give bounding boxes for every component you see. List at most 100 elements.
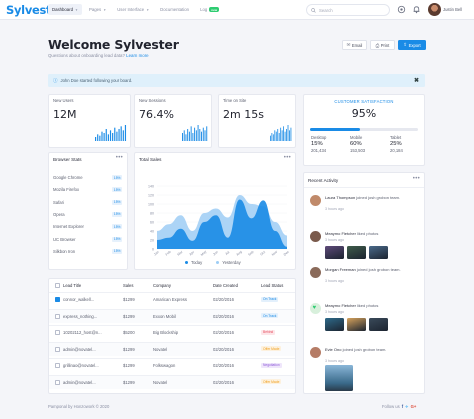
browser-name: Safari — [53, 199, 64, 205]
more-options-icon[interactable]: ••• — [116, 155, 123, 161]
table-header[interactable]: Company — [153, 283, 171, 288]
user-avatar[interactable] — [428, 3, 441, 16]
row-checkbox[interactable] — [55, 313, 60, 319]
facebook-icon[interactable]: f — [402, 404, 403, 409]
export-label: Export — [408, 42, 421, 48]
activity-photo[interactable] — [369, 318, 388, 331]
activity-item[interactable]: ♥ Meaymo Fletcher liked photos 3 hours ago — [308, 303, 420, 331]
row-checkbox[interactable] — [55, 346, 60, 352]
table-row[interactable]: admin@novatel... $1299 Novatel 02/20/2016 Of… — [49, 374, 295, 389]
row-checkbox[interactable] — [55, 297, 60, 302]
sparkline-bar — [202, 127, 204, 141]
sparkline-bar — [182, 133, 183, 141]
nav-documentation[interactable]: Documentation — [156, 4, 193, 15]
activity-user[interactable]: Evie Ono — [325, 347, 341, 352]
top-navbar: Sylvester Dashboard ▼ Pages ▼ User Interfa… — [0, 0, 474, 20]
activity-photo[interactable] — [325, 318, 344, 331]
email-button[interactable]: ✉ Email — [342, 40, 367, 50]
sparkline-bar — [272, 134, 274, 141]
table-header[interactable]: Sales — [123, 283, 133, 288]
table-row[interactable]: grillinao@novatel... $1299 Folkswagon 02/20… — [49, 358, 295, 372]
legend-label: Today — [191, 260, 203, 265]
activity-photo[interactable] — [325, 365, 353, 391]
nav-log[interactable]: Log new — [196, 4, 223, 15]
more-options-icon[interactable]: ••• — [284, 155, 291, 161]
sparkline-bar — [199, 129, 201, 141]
activity-photo[interactable] — [347, 246, 366, 259]
close-icon[interactable]: ✖ — [414, 77, 419, 84]
sparkline-bar — [284, 131, 286, 141]
sparkline-bar — [286, 129, 287, 141]
table-row[interactable]: 10202112_host@n... $5200 Big Blockship 02/2… — [49, 325, 295, 339]
activity-user[interactable]: Meaymo Fletcher — [325, 303, 356, 308]
activity-photo[interactable] — [325, 246, 344, 259]
sparkline-bar — [201, 131, 203, 141]
sparkline-bar — [270, 135, 271, 141]
table-header[interactable]: Lead Title — [63, 283, 81, 288]
table-header[interactable]: Date Created — [213, 283, 238, 288]
browser-name: UC Browser — [53, 236, 76, 242]
sparkline-bar — [183, 130, 185, 141]
notification-alert: ⓘ John Doe started following your board.… — [48, 74, 425, 87]
info-icon: ⓘ — [53, 77, 58, 83]
status-badge: Offer Made — [261, 346, 282, 352]
nav-pages[interactable]: Pages ▼ — [85, 4, 110, 15]
activity-user[interactable]: Laura Thompson — [325, 195, 355, 200]
sparkline-bar — [122, 130, 124, 141]
activity-text: Meaymo Fletcher liked photos — [325, 231, 417, 237]
google-plus-icon[interactable]: G+ — [411, 404, 417, 409]
search-input[interactable]: Search — [306, 4, 390, 16]
csat-col-pct: 60% — [350, 141, 362, 147]
export-button[interactable]: ⇪ Export — [398, 40, 426, 50]
nav-dashboard[interactable]: Dashboard ▼ — [48, 4, 83, 15]
cell-sales: $5200 — [123, 330, 135, 335]
card-title: Browser Stats — [53, 157, 82, 162]
cell-company: Big Blockship — [153, 330, 179, 335]
sparkline-bar — [275, 131, 277, 141]
more-options-icon[interactable]: ••• — [413, 176, 420, 182]
row-checkbox[interactable] — [55, 379, 60, 385]
print-button[interactable]: ⎙ Print — [370, 40, 395, 50]
cell-title: 10202112_host@n... — [63, 330, 102, 335]
sparkline-bar — [195, 130, 197, 141]
table-row[interactable]: connor_walkell... $1299 Amarican Express 02… — [49, 292, 295, 306]
csat-col-num: 201,434 — [311, 148, 327, 153]
sparkline-bar — [278, 133, 280, 141]
cell-title: express_nothing... — [63, 313, 98, 319]
activity-photo[interactable] — [347, 318, 366, 331]
activity-user[interactable]: Meaymo Fletcher — [325, 231, 356, 236]
target-icon[interactable] — [397, 5, 406, 14]
nav-user-interface[interactable]: User Interface ▼ — [113, 4, 153, 15]
table-row[interactable]: admin@novatel... $1299 Novatel 02/20/2016 Of… — [49, 341, 295, 356]
select-all-checkbox[interactable] — [55, 283, 60, 288]
learn-more-link[interactable]: Learn more — [126, 53, 148, 58]
activity-item[interactable]: Laura Thompson joined josh grobon team. 3… — [308, 195, 420, 221]
row-checkbox[interactable] — [55, 330, 60, 335]
x-tick-label: Aug — [235, 250, 242, 257]
csat-desktop: Desktop 15% 201,434 — [311, 135, 326, 153]
csat-col-num: 153,503 — [350, 148, 366, 153]
user-name[interactable]: Justin Bell — [443, 7, 462, 12]
twitter-icon[interactable]: ✈ — [405, 404, 409, 409]
stat-sparkline — [182, 125, 208, 141]
browser-name: Google Chrome — [53, 175, 83, 180]
activity-item[interactable]: Evie Ono joined josh grobon team. 3 hours… — [308, 347, 420, 391]
stat-label: New Sessions — [139, 98, 166, 103]
activity-item[interactable]: Morgan Freeman joined josh grobon team. 3… — [308, 267, 420, 293]
sparkline-bar — [287, 125, 289, 141]
cell-sales: $1299 — [123, 363, 135, 368]
table-header[interactable]: Lead Status — [261, 283, 283, 288]
notification-bell-icon[interactable] — [412, 5, 421, 14]
activity-time: 3 hours ago — [325, 359, 344, 363]
sparkline-bar — [194, 127, 196, 141]
cell-sales: $1299 — [123, 313, 135, 319]
table-row[interactable]: express_nothing... $1299 Exxon Mobil 02/20/… — [49, 308, 295, 323]
browser-row: Internet Explorer 15% — [49, 224, 127, 234]
status-badge: Negotiation — [261, 362, 282, 368]
activity-item[interactable]: Meaymo Fletcher liked photos 3 hours ago — [308, 231, 420, 259]
row-checkbox[interactable] — [55, 363, 60, 368]
stat-value: 76.4% — [139, 108, 174, 121]
activity-user[interactable]: Morgan Freeman — [325, 267, 356, 272]
sparkline-bar — [99, 135, 101, 141]
activity-photo[interactable] — [369, 246, 388, 259]
